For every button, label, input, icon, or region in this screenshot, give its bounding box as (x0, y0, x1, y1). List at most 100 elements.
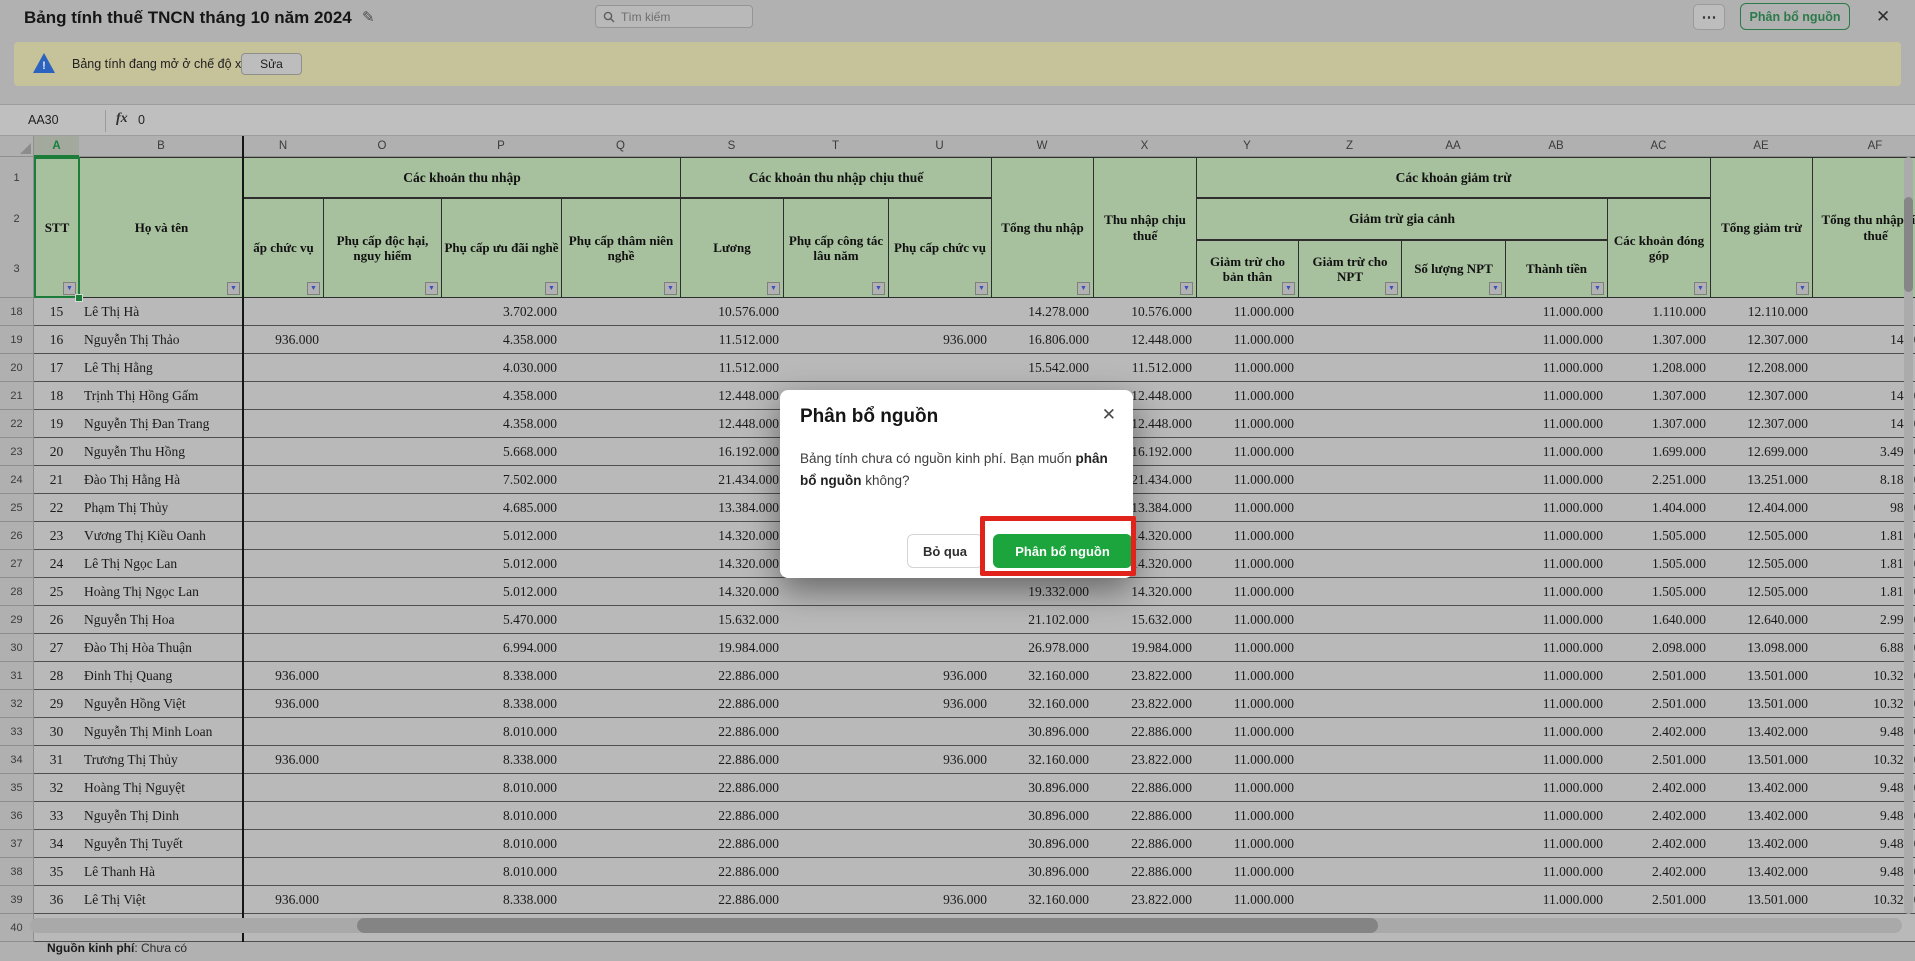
cell[interactable] (561, 438, 681, 466)
column-header-T[interactable]: T (783, 136, 889, 157)
cell[interactable] (1401, 662, 1506, 690)
cell[interactable]: 14.320.000 (1093, 578, 1197, 606)
cell[interactable]: 2.501.000 (1607, 662, 1711, 690)
cell[interactable]: 6.994.000 (441, 634, 562, 662)
cell[interactable]: 9.484.000 (1812, 774, 1915, 802)
cell[interactable]: 21.102.000 (991, 606, 1094, 634)
skip-button[interactable]: Bỏ qua (907, 534, 983, 568)
cell[interactable]: Lê Thị Ngọc Lan (79, 550, 244, 578)
cell[interactable] (783, 606, 889, 634)
cell[interactable]: 11.000.000 (1196, 410, 1299, 438)
cell[interactable]: 11.000.000 (1196, 634, 1299, 662)
cell[interactable]: 11.000.000 (1505, 550, 1608, 578)
cell[interactable]: 1.110.000 (1607, 298, 1711, 326)
cell[interactable]: Lê Thị Hằng (79, 354, 244, 382)
cell[interactable] (561, 298, 681, 326)
cell[interactable]: 10.321.000 (1812, 746, 1915, 774)
cell[interactable]: 36 (34, 886, 80, 914)
cell[interactable]: 11.000.000 (1505, 326, 1608, 354)
cell[interactable]: 1.640.000 (1607, 606, 1711, 634)
cell[interactable]: 11.000.000 (1196, 690, 1299, 718)
cell[interactable]: 2.098.000 (1607, 634, 1711, 662)
cell[interactable] (561, 746, 681, 774)
cell[interactable]: 12.699.000 (1710, 438, 1813, 466)
cell[interactable] (323, 774, 442, 802)
cell[interactable]: 13.501.000 (1710, 746, 1813, 774)
cell[interactable]: 2.402.000 (1607, 718, 1711, 746)
cell[interactable]: 19.332.000 (991, 578, 1094, 606)
cell[interactable]: 11.512.000 (1093, 354, 1197, 382)
cell[interactable]: 2.402.000 (1607, 830, 1711, 858)
cell[interactable] (561, 662, 681, 690)
cell[interactable]: 12.505.000 (1710, 550, 1813, 578)
cell[interactable]: 26 (34, 606, 80, 634)
cell[interactable] (783, 886, 889, 914)
dialog-close-icon[interactable]: ✕ (1102, 405, 1116, 425)
column-header-Q[interactable]: Q (561, 136, 681, 157)
cell[interactable]: 8.338.000 (441, 746, 562, 774)
row-header-25[interactable]: 25 (0, 494, 34, 522)
cell[interactable] (1298, 774, 1402, 802)
cell[interactable]: 11.000.000 (1505, 382, 1608, 410)
column-header-AF[interactable]: AF (1812, 136, 1915, 157)
cell[interactable]: 22.886.000 (680, 774, 784, 802)
row-header-26[interactable]: 26 (0, 522, 34, 550)
cell[interactable] (561, 522, 681, 550)
cell[interactable] (888, 830, 992, 858)
cell[interactable]: 31 (34, 746, 80, 774)
cell[interactable] (561, 886, 681, 914)
column-header-W[interactable]: W (991, 136, 1094, 157)
cell[interactable]: 5.470.000 (441, 606, 562, 634)
cell[interactable]: 22.886.000 (680, 886, 784, 914)
cell[interactable] (1298, 522, 1402, 550)
filter-dropdown-icon[interactable]: ▼ (767, 282, 780, 295)
row-header-32[interactable]: 32 (0, 690, 34, 718)
cell[interactable]: Nguyễn Thị Dinh (79, 802, 244, 830)
cell[interactable]: 32.160.000 (991, 746, 1094, 774)
cell[interactable] (783, 830, 889, 858)
cell[interactable]: 12.640.000 (1710, 606, 1813, 634)
cell[interactable]: 23 (34, 522, 80, 550)
cell[interactable]: 1.307.000 (1607, 382, 1711, 410)
cell[interactable]: 11.000.000 (1505, 802, 1608, 830)
cell[interactable]: 1.505.000 (1607, 522, 1711, 550)
cell[interactable] (323, 298, 442, 326)
column-header-P[interactable]: P (441, 136, 562, 157)
cell[interactable] (323, 410, 442, 438)
header-group-taxable[interactable]: Các khoản thu nhập chịu thuế (680, 157, 992, 198)
cell[interactable] (323, 634, 442, 662)
cell[interactable] (243, 774, 324, 802)
cell[interactable]: 1.505.000 (1607, 578, 1711, 606)
cell[interactable] (243, 718, 324, 746)
cell[interactable]: 11.000.000 (1196, 382, 1299, 410)
cell[interactable] (243, 578, 324, 606)
row-header-29[interactable]: 29 (0, 606, 34, 634)
cell[interactable]: 11.000.000 (1505, 354, 1608, 382)
cell[interactable] (1401, 326, 1506, 354)
cell[interactable] (888, 774, 992, 802)
cell[interactable]: 1.208.000 (1607, 354, 1711, 382)
header-seniority-allowance[interactable]: Phụ cấp thâm niên nghề (561, 198, 681, 298)
cell[interactable]: 2.992.000 (1812, 606, 1915, 634)
cell[interactable] (1298, 634, 1402, 662)
cell[interactable]: 22.886.000 (680, 662, 784, 690)
cell[interactable]: 22.886.000 (1093, 774, 1197, 802)
column-header-Y[interactable]: Y (1196, 136, 1299, 157)
cell[interactable]: 11.000.000 (1505, 718, 1608, 746)
cell[interactable]: 19 (34, 410, 80, 438)
cell[interactable]: 9.484.000 (1812, 718, 1915, 746)
cell[interactable]: 1.815.000 (1812, 522, 1915, 550)
cell[interactable]: 936.000 (888, 886, 992, 914)
cell[interactable]: 15.542.000 (991, 354, 1094, 382)
cell[interactable] (323, 858, 442, 886)
cell[interactable] (323, 662, 442, 690)
select-all-corner[interactable] (0, 136, 34, 157)
cell[interactable] (888, 606, 992, 634)
row-header-24[interactable]: 24 (0, 466, 34, 494)
cell[interactable]: 13.402.000 (1710, 802, 1813, 830)
cell[interactable]: 23.822.000 (1093, 886, 1197, 914)
cell[interactable] (1401, 494, 1506, 522)
cell[interactable]: 11.000.000 (1196, 550, 1299, 578)
cell[interactable]: 22.886.000 (680, 830, 784, 858)
fill-handle[interactable] (75, 294, 83, 302)
